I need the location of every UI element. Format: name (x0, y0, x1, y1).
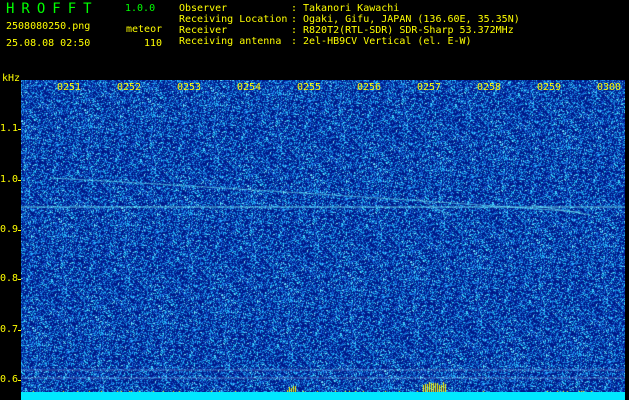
time-label: 0251 (57, 82, 82, 93)
observer-label: Observer (179, 3, 228, 14)
signal-baseline (21, 392, 625, 400)
freq-tick-label: 0.6 (0, 374, 19, 385)
freq-tick-label: 1.0 (0, 174, 19, 185)
time-label: 0300 (597, 82, 622, 93)
freq-tick-label: 0.8 (0, 273, 19, 284)
info-block: Observer: Takanori Kawachi Receiving Loca… (179, 3, 520, 47)
separator: : (291, 25, 298, 36)
receiver-label: Receiver (179, 25, 228, 36)
receiver-row: Receiver: R820T2(RTL-SDR) SDR-Sharp 53.37… (179, 25, 520, 36)
freq-tick-label: 0.9 (0, 224, 19, 235)
time-label: 0253 (177, 82, 202, 93)
separator: : (291, 14, 298, 25)
time-label: 0254 (237, 82, 262, 93)
app-version: 1.0.0 (125, 3, 156, 14)
observer-row: Observer: Takanori Kawachi (179, 3, 520, 14)
frequency-unit: kHz (2, 73, 21, 84)
mode-label: meteor (126, 24, 163, 35)
separator: : (291, 3, 298, 14)
time-label: 0252 (117, 82, 142, 93)
app-title: HROFFT (6, 1, 99, 17)
antenna-label: Receiving antenna (179, 36, 282, 47)
time-label: 0257 (417, 82, 442, 93)
file-name: 2508080250.png (6, 21, 91, 32)
location-value: Ogaki, Gifu, JAPAN (136.60E, 35.35N) (303, 14, 520, 25)
location-label: Receiving Location (179, 14, 288, 25)
time-label: 0259 (537, 82, 562, 93)
antenna-row: Receiving antenna:2el-HB9CV Vertical (el… (179, 36, 520, 47)
datetime: 25.08.08 02:50 (6, 38, 91, 49)
time-label: 0255 (297, 82, 322, 93)
header-left: HROFFT 1.0.0 2508080250.png meteor 25.08… (6, 0, 174, 60)
meteor-count: 110 (144, 38, 163, 49)
location-row: Receiving Location: Ogaki, Gifu, JAPAN (1… (179, 14, 520, 25)
freq-tick-label: 0.7 (0, 324, 19, 335)
observer-value: Takanori Kawachi (303, 3, 400, 14)
separator: : (291, 36, 298, 47)
antenna-value: 2el-HB9CV Vertical (el. E-W) (303, 36, 472, 47)
freq-tick-label: 1.1 (0, 123, 19, 134)
spectrogram-plot (21, 80, 625, 400)
receiver-value: R820T2(RTL-SDR) SDR-Sharp 53.372MHz (303, 25, 514, 36)
time-label: 0258 (477, 82, 502, 93)
time-label: 0256 (357, 82, 382, 93)
